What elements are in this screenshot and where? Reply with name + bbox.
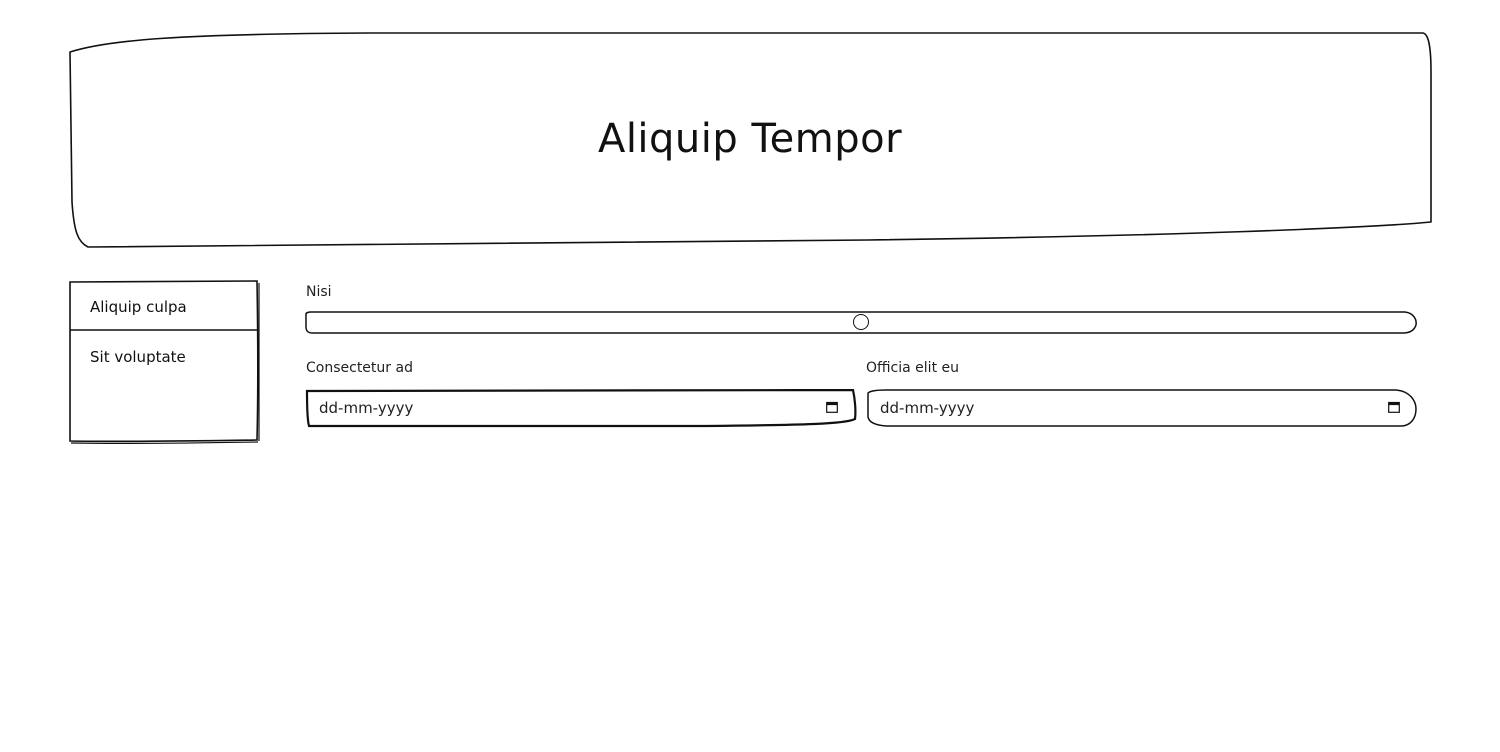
calendar-icon[interactable]: [826, 401, 838, 413]
date-placeholder: dd-mm-yyyy: [319, 399, 414, 417]
date-input-officia-elit-eu[interactable]: dd-mm-yyyy: [866, 389, 1418, 427]
sidebar-item-label: Sit voluptate: [90, 348, 186, 366]
range-slider[interactable]: [305, 311, 1418, 335]
header-banner: Aliquip Tempor: [68, 32, 1432, 248]
page: Aliquip Tempor Aliquip culpa Sit volupta…: [0, 0, 1500, 752]
sidebar-item-label: Aliquip culpa: [90, 298, 187, 316]
date-label-consectetur-ad: Consectetur ad: [306, 360, 413, 376]
sidebar-item-sit-voluptate[interactable]: Sit voluptate: [70, 332, 256, 380]
calendar-icon[interactable]: [1388, 401, 1400, 413]
sidebar-item-aliquip-culpa[interactable]: Aliquip culpa: [70, 282, 256, 330]
date-label-officia-elit-eu: Officia elit eu: [866, 360, 959, 376]
date-input-consectetur-ad[interactable]: dd-mm-yyyy: [305, 389, 857, 428]
slider-thumb[interactable]: [853, 314, 869, 330]
slider-label: Nisi: [306, 284, 332, 300]
date-placeholder: dd-mm-yyyy: [880, 399, 975, 417]
page-title: Aliquip Tempor: [597, 116, 903, 162]
sidebar: Aliquip culpa Sit voluptate: [68, 280, 260, 444]
